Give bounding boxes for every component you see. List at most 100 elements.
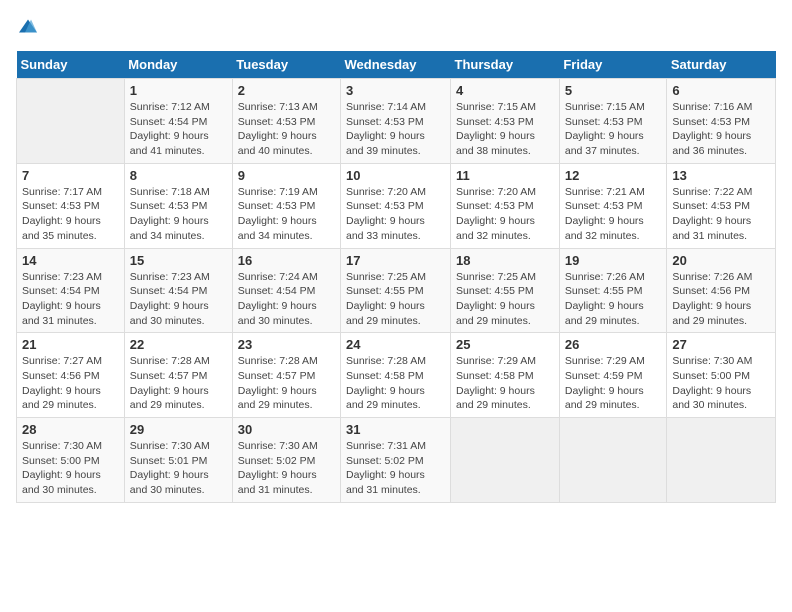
calendar-cell: 5 Sunrise: 7:15 AM Sunset: 4:53 PM Daylig… — [559, 79, 667, 164]
day-number: 17 — [346, 253, 445, 268]
calendar-cell — [451, 418, 560, 503]
calendar-cell: 21 Sunrise: 7:27 AM Sunset: 4:56 PM Dayli… — [17, 333, 125, 418]
calendar-week-row: 14 Sunrise: 7:23 AM Sunset: 4:54 PM Dayli… — [17, 248, 776, 333]
calendar-cell: 6 Sunrise: 7:16 AM Sunset: 4:53 PM Daylig… — [667, 79, 776, 164]
day-number: 18 — [456, 253, 554, 268]
day-number: 8 — [130, 168, 227, 183]
logo — [16, 16, 38, 41]
calendar-cell: 31 Sunrise: 7:31 AM Sunset: 5:02 PM Dayli… — [341, 418, 451, 503]
calendar-cell: 9 Sunrise: 7:19 AM Sunset: 4:53 PM Daylig… — [232, 163, 340, 248]
page-header — [16, 16, 776, 41]
calendar-cell: 1Sunrise: 7:12 AM Sunset: 4:54 PM Daylig… — [124, 79, 232, 164]
day-number: 27 — [672, 337, 770, 352]
day-number: 5 — [565, 83, 662, 98]
day-number: 19 — [565, 253, 662, 268]
day-number: 21 — [22, 337, 119, 352]
day-info: Sunrise: 7:16 AM Sunset: 4:53 PM Dayligh… — [672, 100, 770, 159]
calendar-cell: 14 Sunrise: 7:23 AM Sunset: 4:54 PM Dayli… — [17, 248, 125, 333]
day-number: 4 — [456, 83, 554, 98]
day-info: Sunrise: 7:28 AM Sunset: 4:58 PM Dayligh… — [346, 354, 445, 413]
day-info: Sunrise: 7:30 AM Sunset: 5:01 PM Dayligh… — [130, 439, 227, 498]
calendar-cell: 26Sunrise: 7:29 AM Sunset: 4:59 PM Dayli… — [559, 333, 667, 418]
day-info: Sunrise: 7:24 AM Sunset: 4:54 PM Dayligh… — [238, 270, 335, 329]
day-info: Sunrise: 7:25 AM Sunset: 4:55 PM Dayligh… — [456, 270, 554, 329]
day-info: Sunrise: 7:28 AM Sunset: 4:57 PM Dayligh… — [238, 354, 335, 413]
day-info: Sunrise: 7:29 AM Sunset: 4:58 PM Dayligh… — [456, 354, 554, 413]
day-info: Sunrise: 7:12 AM Sunset: 4:54 PM Dayligh… — [130, 100, 227, 159]
calendar-cell: 29 Sunrise: 7:30 AM Sunset: 5:01 PM Dayli… — [124, 418, 232, 503]
day-info: Sunrise: 7:17 AM Sunset: 4:53 PM Dayligh… — [22, 185, 119, 244]
calendar-week-row: 28 Sunrise: 7:30 AM Sunset: 5:00 PM Dayli… — [17, 418, 776, 503]
day-number: 22 — [130, 337, 227, 352]
day-number: 31 — [346, 422, 445, 437]
day-number: 24 — [346, 337, 445, 352]
calendar-cell — [17, 79, 125, 164]
calendar-cell: 25 Sunrise: 7:29 AM Sunset: 4:58 PM Dayli… — [451, 333, 560, 418]
calendar-cell: 24 Sunrise: 7:28 AM Sunset: 4:58 PM Dayli… — [341, 333, 451, 418]
day-info: Sunrise: 7:31 AM Sunset: 5:02 PM Dayligh… — [346, 439, 445, 498]
day-info: Sunrise: 7:27 AM Sunset: 4:56 PM Dayligh… — [22, 354, 119, 413]
calendar-cell: 16 Sunrise: 7:24 AM Sunset: 4:54 PM Dayli… — [232, 248, 340, 333]
day-number: 11 — [456, 168, 554, 183]
calendar-cell: 12 Sunrise: 7:21 AM Sunset: 4:53 PM Dayli… — [559, 163, 667, 248]
day-number: 9 — [238, 168, 335, 183]
calendar-cell: 19Sunrise: 7:26 AM Sunset: 4:55 PM Dayli… — [559, 248, 667, 333]
calendar-cell: 20 Sunrise: 7:26 AM Sunset: 4:56 PM Dayli… — [667, 248, 776, 333]
day-info: Sunrise: 7:20 AM Sunset: 4:53 PM Dayligh… — [346, 185, 445, 244]
calendar-table: SundayMondayTuesdayWednesdayThursdayFrid… — [16, 51, 776, 503]
calendar-cell: 22 Sunrise: 7:28 AM Sunset: 4:57 PM Dayli… — [124, 333, 232, 418]
day-number: 15 — [130, 253, 227, 268]
day-info: Sunrise: 7:15 AM Sunset: 4:53 PM Dayligh… — [565, 100, 662, 159]
day-number: 6 — [672, 83, 770, 98]
calendar-cell: 2 Sunrise: 7:13 AM Sunset: 4:53 PM Daylig… — [232, 79, 340, 164]
day-number: 30 — [238, 422, 335, 437]
day-info: Sunrise: 7:25 AM Sunset: 4:55 PM Dayligh… — [346, 270, 445, 329]
day-number: 3 — [346, 83, 445, 98]
day-number: 28 — [22, 422, 119, 437]
calendar-cell: 7 Sunrise: 7:17 AM Sunset: 4:53 PM Daylig… — [17, 163, 125, 248]
header-friday: Friday — [559, 51, 667, 79]
day-number: 20 — [672, 253, 770, 268]
header-tuesday: Tuesday — [232, 51, 340, 79]
calendar-cell: 17 Sunrise: 7:25 AM Sunset: 4:55 PM Dayli… — [341, 248, 451, 333]
calendar-cell: 27 Sunrise: 7:30 AM Sunset: 5:00 PM Dayli… — [667, 333, 776, 418]
calendar-cell: 11Sunrise: 7:20 AM Sunset: 4:53 PM Dayli… — [451, 163, 560, 248]
calendar-cell: 23Sunrise: 7:28 AM Sunset: 4:57 PM Dayli… — [232, 333, 340, 418]
day-number: 14 — [22, 253, 119, 268]
calendar-cell: 10 Sunrise: 7:20 AM Sunset: 4:53 PM Dayli… — [341, 163, 451, 248]
day-info: Sunrise: 7:26 AM Sunset: 4:56 PM Dayligh… — [672, 270, 770, 329]
calendar-cell: 30 Sunrise: 7:30 AM Sunset: 5:02 PM Dayli… — [232, 418, 340, 503]
day-info: Sunrise: 7:30 AM Sunset: 5:02 PM Dayligh… — [238, 439, 335, 498]
calendar-cell: 13Sunrise: 7:22 AM Sunset: 4:53 PM Dayli… — [667, 163, 776, 248]
header-saturday: Saturday — [667, 51, 776, 79]
header-monday: Monday — [124, 51, 232, 79]
day-info: Sunrise: 7:21 AM Sunset: 4:53 PM Dayligh… — [565, 185, 662, 244]
day-info: Sunrise: 7:22 AM Sunset: 4:53 PM Dayligh… — [672, 185, 770, 244]
calendar-week-row: 1Sunrise: 7:12 AM Sunset: 4:54 PM Daylig… — [17, 79, 776, 164]
calendar-header-row: SundayMondayTuesdayWednesdayThursdayFrid… — [17, 51, 776, 79]
day-info: Sunrise: 7:30 AM Sunset: 5:00 PM Dayligh… — [22, 439, 119, 498]
day-info: Sunrise: 7:23 AM Sunset: 4:54 PM Dayligh… — [22, 270, 119, 329]
day-number: 10 — [346, 168, 445, 183]
calendar-cell — [559, 418, 667, 503]
day-number: 26 — [565, 337, 662, 352]
day-number: 29 — [130, 422, 227, 437]
day-info: Sunrise: 7:14 AM Sunset: 4:53 PM Dayligh… — [346, 100, 445, 159]
header-wednesday: Wednesday — [341, 51, 451, 79]
calendar-cell — [667, 418, 776, 503]
day-number: 2 — [238, 83, 335, 98]
day-info: Sunrise: 7:13 AM Sunset: 4:53 PM Dayligh… — [238, 100, 335, 159]
calendar-week-row: 7 Sunrise: 7:17 AM Sunset: 4:53 PM Daylig… — [17, 163, 776, 248]
header-thursday: Thursday — [451, 51, 560, 79]
calendar-cell: 4Sunrise: 7:15 AM Sunset: 4:53 PM Daylig… — [451, 79, 560, 164]
calendar-cell: 28 Sunrise: 7:30 AM Sunset: 5:00 PM Dayli… — [17, 418, 125, 503]
logo-icon — [18, 16, 38, 36]
day-info: Sunrise: 7:30 AM Sunset: 5:00 PM Dayligh… — [672, 354, 770, 413]
day-number: 25 — [456, 337, 554, 352]
day-info: Sunrise: 7:28 AM Sunset: 4:57 PM Dayligh… — [130, 354, 227, 413]
day-number: 16 — [238, 253, 335, 268]
day-number: 7 — [22, 168, 119, 183]
day-number: 12 — [565, 168, 662, 183]
day-info: Sunrise: 7:19 AM Sunset: 4:53 PM Dayligh… — [238, 185, 335, 244]
calendar-cell: 8Sunrise: 7:18 AM Sunset: 4:53 PM Daylig… — [124, 163, 232, 248]
